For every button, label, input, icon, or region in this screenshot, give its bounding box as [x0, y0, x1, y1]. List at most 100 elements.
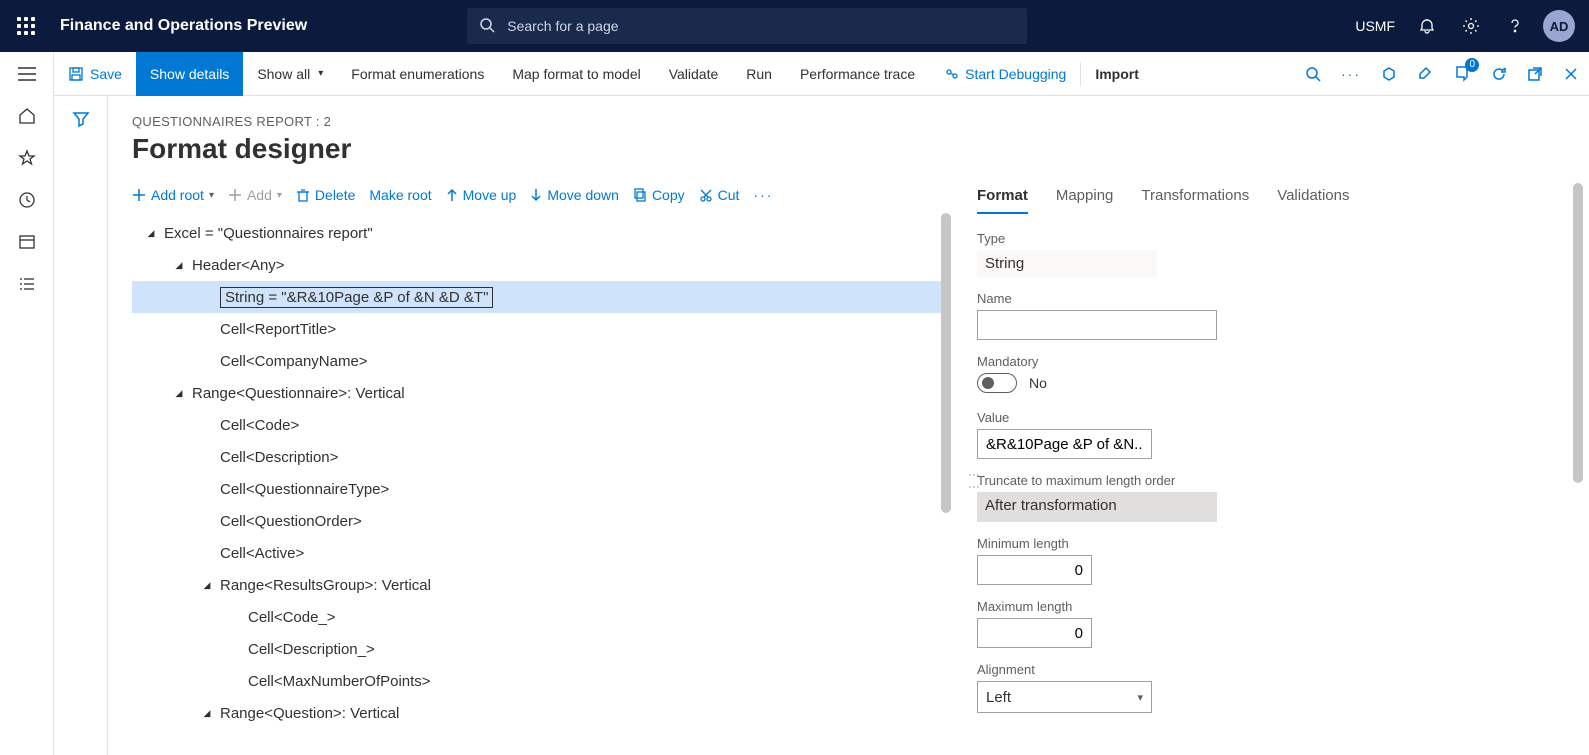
app-launcher-button[interactable] — [0, 0, 52, 52]
company-selector[interactable]: USMF — [1347, 18, 1403, 34]
page-title: Format designer — [132, 133, 1589, 165]
tree-toggle-icon[interactable]: ◢ — [172, 388, 186, 399]
splitter-handle[interactable]: ⋮⋮ — [967, 469, 981, 493]
notifications-icon[interactable] — [1407, 0, 1447, 52]
tree-node-label: Range<Questionnaire>: Vertical — [192, 385, 405, 402]
move-down-button[interactable]: Move down — [530, 187, 619, 203]
tree-node[interactable]: ◢ Range<ResultsGroup>: Vertical — [132, 569, 951, 601]
refresh-icon[interactable] — [1481, 52, 1517, 96]
tree-node[interactable]: Cell<Description> — [132, 441, 951, 473]
maxlength-label: Maximum length — [977, 599, 1559, 614]
tree-node[interactable]: Cell<ReportTitle> — [132, 313, 951, 345]
mandatory-label: Mandatory — [977, 354, 1559, 369]
nav-rail — [0, 52, 54, 755]
user-avatar[interactable]: AD — [1543, 10, 1575, 42]
help-icon[interactable] — [1495, 0, 1535, 52]
delete-button[interactable]: Delete — [296, 187, 355, 203]
tree-node-label: Cell<QuestionOrder> — [220, 513, 362, 530]
tree-node[interactable]: ◢Excel = "Questionnaires report" — [132, 217, 951, 249]
tree-node-label: Cell<Description> — [220, 449, 338, 466]
hamburger-icon[interactable] — [17, 64, 37, 84]
workspaces-icon[interactable] — [17, 232, 37, 252]
tree-node[interactable]: Cell<QuestionnaireType> — [132, 473, 951, 505]
messages-icon[interactable]: 0 — [1443, 52, 1481, 96]
tree-node[interactable]: Cell<Code_> — [132, 601, 951, 633]
import-button[interactable]: Import — [1081, 52, 1153, 96]
format-tree[interactable]: ◢Excel = "Questionnaires report"◢Header<… — [132, 213, 951, 729]
copy-button[interactable]: Copy — [633, 187, 685, 203]
favorites-icon[interactable] — [17, 148, 37, 168]
tree-toggle-icon[interactable]: ◢ — [200, 580, 214, 591]
home-icon[interactable] — [17, 106, 37, 126]
mandatory-toggle[interactable] — [977, 373, 1017, 393]
tree-toggle-icon[interactable]: ◢ — [172, 260, 186, 271]
close-icon[interactable] — [1553, 52, 1589, 96]
overflow-icon[interactable]: ··· — [1331, 52, 1371, 96]
show-all-button[interactable]: Show all▾ — [243, 52, 337, 96]
performance-trace-button[interactable]: Performance trace — [786, 52, 929, 96]
tree-node-label: Cell<Active> — [220, 545, 304, 562]
messages-badge: 0 — [1465, 58, 1479, 72]
tree-node[interactable]: Cell<Code> — [132, 409, 951, 441]
tree-node[interactable]: ◢Header<Any> — [132, 249, 951, 281]
tree-node[interactable]: String = "&R&10Page &P of &N &D &T" — [132, 281, 951, 313]
save-button[interactable]: Save — [54, 52, 136, 96]
tree-node[interactable]: Cell<MaxNumberOfPoints> — [132, 665, 951, 697]
cut-button[interactable]: Cut — [699, 187, 740, 203]
recent-icon[interactable] — [17, 190, 37, 210]
tree-node-label: Range<ResultsGroup>: Vertical — [220, 577, 431, 594]
modules-icon[interactable] — [17, 274, 37, 294]
search-input[interactable] — [467, 8, 1027, 44]
settings-icon[interactable] — [1451, 0, 1491, 52]
start-debugging-button[interactable]: Start Debugging — [929, 52, 1080, 96]
tab-transformations[interactable]: Transformations — [1141, 183, 1249, 214]
tree-node[interactable]: Cell<QuestionOrder> — [132, 505, 951, 537]
tree-scrollbar[interactable] — [941, 213, 951, 513]
name-label: Name — [977, 291, 1559, 306]
run-button[interactable]: Run — [732, 52, 786, 96]
maxlength-input[interactable] — [977, 618, 1092, 648]
tab-mapping[interactable]: Mapping — [1056, 183, 1114, 214]
tab-validations[interactable]: Validations — [1277, 183, 1349, 214]
tree-node[interactable]: Cell<Active> — [132, 537, 951, 569]
type-label: Type — [977, 231, 1559, 246]
value-input[interactable] — [977, 429, 1152, 459]
app-title: Finance and Operations Preview — [52, 17, 307, 35]
value-label: Value — [977, 410, 1559, 425]
minlength-label: Minimum length — [977, 536, 1559, 551]
find-icon[interactable] — [1295, 52, 1331, 96]
tree-toggle-icon[interactable]: ◢ — [200, 708, 214, 719]
add-root-button[interactable]: Add root▾ — [132, 187, 214, 203]
show-details-button[interactable]: Show details — [136, 52, 243, 96]
attachments-icon[interactable] — [1407, 52, 1443, 96]
tree-node-label: Range<Question>: Vertical — [220, 705, 399, 722]
map-format-to-model-button[interactable]: Map format to model — [498, 52, 654, 96]
format-enumerations-button[interactable]: Format enumerations — [337, 52, 498, 96]
related-icon[interactable] — [1371, 52, 1407, 96]
add-button: Add▾ — [228, 187, 282, 203]
panel-scrollbar[interactable] — [1573, 183, 1583, 483]
tree-node-label: Cell<ReportTitle> — [220, 321, 336, 338]
filter-icon[interactable] — [72, 110, 90, 755]
tree-node-label: Cell<Code> — [220, 417, 299, 434]
tree-node[interactable]: Cell<CompanyName> — [132, 345, 951, 377]
truncate-label: Truncate to maximum length order — [977, 473, 1559, 488]
tree-node[interactable]: Cell<Description_> — [132, 633, 951, 665]
alignment-select[interactable]: Left ▾ — [977, 681, 1152, 713]
alignment-label: Alignment — [977, 662, 1559, 677]
tab-format[interactable]: Format — [977, 183, 1028, 214]
truncate-value[interactable]: After transformation — [977, 492, 1217, 522]
tree-node-label: Cell<CompanyName> — [220, 353, 368, 370]
type-value: String — [977, 250, 1157, 277]
tree-node[interactable]: ◢ Range<Question>: Vertical — [132, 697, 951, 729]
tree-toggle-icon[interactable]: ◢ — [144, 228, 158, 239]
popout-icon[interactable] — [1517, 52, 1553, 96]
validate-button[interactable]: Validate — [655, 52, 733, 96]
move-up-button[interactable]: Move up — [446, 187, 517, 203]
make-root-button[interactable]: Make root — [369, 187, 431, 203]
tree-node[interactable]: ◢ Range<Questionnaire>: Vertical — [132, 377, 951, 409]
tree-node-label: Cell<QuestionnaireType> — [220, 481, 389, 498]
name-input[interactable] — [977, 310, 1217, 340]
minlength-input[interactable] — [977, 555, 1092, 585]
more-tree-actions-icon[interactable]: ··· — [753, 187, 773, 203]
